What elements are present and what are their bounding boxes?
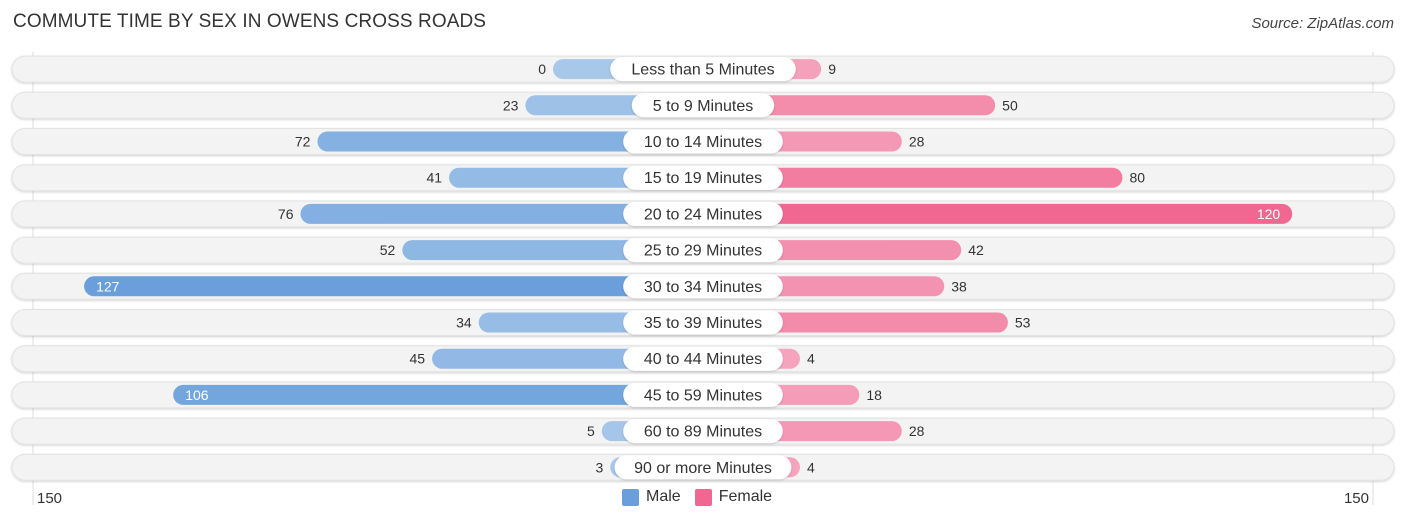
value-label-female: 80 xyxy=(1129,170,1145,186)
category-label: 20 to 24 Minutes xyxy=(644,206,762,223)
value-label-female: 9 xyxy=(828,61,836,77)
value-label-male: 34 xyxy=(456,315,472,331)
value-label-female: 28 xyxy=(909,423,925,439)
value-label-female: 53 xyxy=(1015,315,1031,331)
category-label: 25 to 29 Minutes xyxy=(644,243,762,260)
legend-label-male: Male xyxy=(646,488,681,505)
bar-female[interactable] xyxy=(703,203,1293,224)
value-label-female: 42 xyxy=(968,242,984,258)
category-label: 10 to 14 Minutes xyxy=(644,134,762,151)
chart-row: 106 18 45 to 59 Minutes xyxy=(11,381,1395,409)
value-label-male: 23 xyxy=(503,97,519,113)
category-label: 60 to 89 Minutes xyxy=(644,424,762,441)
value-label-male: 41 xyxy=(426,170,442,186)
value-label-female: 18 xyxy=(866,387,882,403)
value-label-female: 38 xyxy=(951,278,967,294)
legend-swatch-male xyxy=(622,488,639,506)
legend-label-female: Female xyxy=(718,488,773,505)
chart-row: 23 50 5 to 9 Minutes xyxy=(11,91,1395,119)
axis-label-left: 150 xyxy=(37,490,63,507)
chart-row: 5 28 60 to 89 Minutes xyxy=(11,417,1395,445)
category-label: 40 to 44 Minutes xyxy=(644,351,762,368)
legend-item-female[interactable]: Female xyxy=(694,488,773,506)
chart-row: 0 9 Less than 5 Minutes xyxy=(11,55,1395,83)
value-label-female: 120 xyxy=(1257,206,1281,222)
chart-area: 0 9 Less than 5 Minutes 23 50 5 to 9 Minutes 7… xyxy=(11,52,1395,505)
chart-row: 3 4 90 or more Minutes xyxy=(11,453,1395,481)
chart-row: 45 4 40 to 44 Minutes xyxy=(11,345,1395,373)
legend-swatch-female xyxy=(694,488,712,506)
category-label: 30 to 34 Minutes xyxy=(644,279,762,296)
value-label-male: 76 xyxy=(278,206,294,222)
chart-row: 127 38 30 to 34 Minutes xyxy=(11,272,1395,300)
chart-row: 34 53 35 to 39 Minutes xyxy=(11,309,1395,336)
category-label: Less than 5 Minutes xyxy=(631,62,774,79)
chart-row: 72 28 10 to 14 Minutes xyxy=(11,128,1395,155)
category-label: 5 to 9 Minutes xyxy=(653,98,754,115)
value-label-male: 52 xyxy=(380,242,396,258)
chart-row: 52 42 25 to 29 Minutes xyxy=(11,236,1395,264)
chart-row: 41 80 15 to 19 Minutes xyxy=(11,164,1395,192)
category-label: 15 to 19 Minutes xyxy=(644,170,762,187)
value-label-male: 72 xyxy=(295,134,311,150)
value-label-female: 50 xyxy=(1002,97,1018,113)
bar-male[interactable] xyxy=(84,276,703,297)
category-label: 45 to 59 Minutes xyxy=(644,387,762,404)
value-label-male: 106 xyxy=(185,387,209,403)
value-label-male: 0 xyxy=(538,61,546,77)
value-label-male: 5 xyxy=(587,423,595,439)
value-label-female: 28 xyxy=(909,134,925,150)
chart-row: 76 120 20 to 24 Minutes xyxy=(11,200,1395,228)
axis-label-right: 150 xyxy=(1343,490,1369,507)
value-label-male: 3 xyxy=(595,459,603,475)
value-label-female: 4 xyxy=(807,351,815,367)
category-label: 35 to 39 Minutes xyxy=(644,315,762,332)
value-label-male: 127 xyxy=(96,278,120,294)
legend-item-male[interactable]: Male xyxy=(622,488,681,506)
category-label: 90 or more Minutes xyxy=(634,460,772,477)
value-label-male: 45 xyxy=(409,351,425,367)
value-label-female: 4 xyxy=(807,459,815,475)
legend: Male Female xyxy=(622,488,786,506)
